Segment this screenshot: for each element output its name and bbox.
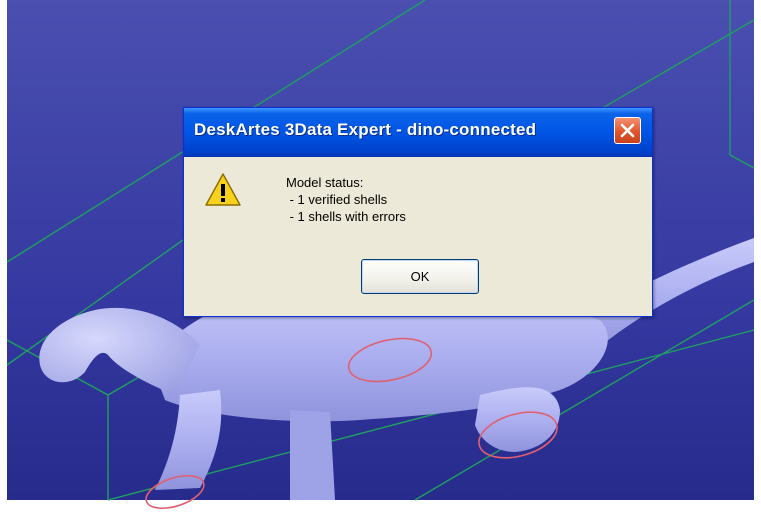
message-line: - 1 shells with errors [286,209,406,224]
warning-icon [205,173,241,206]
frame-bottom [0,500,761,513]
dialog-title: DeskArtes 3Data Expert - dino-connected [194,120,537,139]
ok-button[interactable]: OK [361,259,479,294]
ok-button-label: OK [410,269,430,284]
message-line: - 1 verified shells [286,192,388,207]
message-heading: Model status: [286,175,364,190]
frame-right [754,0,761,513]
message-dialog: DeskArtes 3Data Expert - dino-connected … [183,107,653,317]
close-button[interactable] [614,117,641,144]
dialog-titlebar[interactable]: DeskArtes 3Data Expert - dino-connected [184,108,652,157]
dialog-message: Model status: - 1 verified shells - 1 sh… [286,174,406,225]
close-icon [620,123,635,138]
frame-left [0,0,7,513]
